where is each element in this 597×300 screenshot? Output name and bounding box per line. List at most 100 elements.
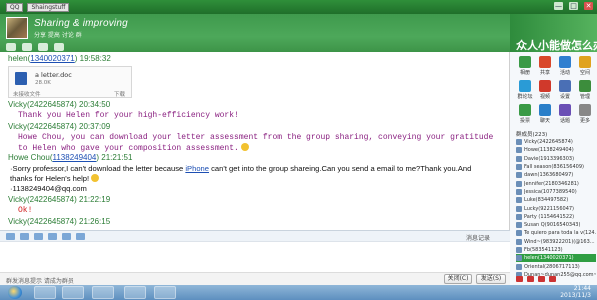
emoji-icon[interactable] [20,233,29,240]
tab-group[interactable]: Shaingstuff [27,2,70,12]
banner-text: 众人小能做怎么办 [516,39,597,52]
message-header: Howe Chou(1138249404) 21:21:51 [8,153,133,162]
group-avatar[interactable] [6,17,28,39]
app-settings[interactable]: 设置 [556,80,574,100]
member-item[interactable]: Party (1154641522) [516,213,596,221]
music-icon[interactable] [62,233,71,240]
member-item-selected[interactable]: helen(1340020371) [516,254,596,263]
shake-icon[interactable] [34,233,43,240]
compose-toolbar: 消息记录 [0,230,510,242]
file-card[interactable]: a letter.doc 28.0K 未接收文件 下载 [8,66,132,98]
compose-footer: 群发消息提示 请成为群员 [0,272,510,285]
close-chat-button[interactable]: 关闭(C) [444,274,472,284]
app-activity[interactable]: 活动 [556,56,574,76]
message-email: ·1138249404@qq.com [10,184,87,193]
settings-icon[interactable] [54,43,64,51]
avatar [516,180,522,187]
activity-icon [559,56,571,68]
app-zone[interactable]: 空间 [576,56,594,76]
window-controls: — □ ✕ [554,2,593,10]
member-item[interactable]: Fall season(836156409) [516,163,596,171]
iphone-link[interactable]: iPhone [185,164,209,173]
taskbar-app-browser[interactable] [92,286,114,299]
home-icon[interactable] [6,43,16,51]
message-text: Ok! [18,206,33,215]
file-status: 未接收文件 [13,92,41,98]
avatar [516,188,522,195]
format-icons [6,233,85,240]
compose-hint: 群发消息提示 请成为群员 [6,278,74,285]
app-video[interactable]: 视频 [536,80,554,100]
avatar [516,155,522,162]
app-forum[interactable]: 群论坛 [516,80,534,100]
maximize-button[interactable]: □ [569,2,578,10]
start-button[interactable] [8,286,22,299]
qq-number-link[interactable]: 1340020371 [30,54,75,63]
app-album[interactable]: 相册 [516,56,534,76]
send-button[interactable]: 发送(S) [476,274,506,284]
app-more[interactable]: 更多 [576,104,594,124]
system-clock[interactable]: 21:44 2013/11/3 [560,285,591,299]
group-subtitle: 分享 提高 讨论 群 [34,32,82,39]
member-item[interactable]: Fb(583541123) [516,246,596,254]
panel-footer-icons [516,276,556,282]
taskbar-app-group[interactable] [62,286,84,299]
message-input[interactable] [0,242,510,272]
image-icon[interactable] [48,233,57,240]
search-member-icon[interactable] [538,276,545,282]
member-item[interactable]: Oriental(2806717113) [516,262,596,270]
taskbar-app-files[interactable] [124,286,146,299]
message-history[interactable]: helen(1340020371) 19:58:32 a letter.doc … [0,52,510,230]
app-chat[interactable]: 聊天 [536,104,554,124]
member-item[interactable]: Davie(1913396303) [516,155,596,163]
topic-icon [559,104,571,116]
zone-icon [579,56,591,68]
avatar [516,197,522,204]
app-share[interactable]: 共享 [536,56,554,76]
member-item[interactable]: Jessica(1077389540) [516,188,596,196]
message-text: Thank you Helen for your high-efficiency… [18,111,239,120]
message-text-continued: to Helen who gave your composition asses… [18,143,249,153]
group-name: Sharing & improving [34,18,128,29]
member-item[interactable]: Luke(834497582) [516,196,596,204]
chat-icon [539,104,551,116]
video-icon [539,80,551,92]
app-vote[interactable]: 投票 [516,104,534,124]
menu-icon[interactable] [549,276,556,282]
member-item[interactable]: Vicky(2422645874) [516,138,596,146]
share-icon[interactable] [38,43,48,51]
taskbar: 21:44 2013/11/3 [0,285,597,300]
invite-icon[interactable] [527,276,534,282]
avatar [516,213,522,220]
tab-qq[interactable]: QQ [6,2,24,12]
smile-emoji-icon [91,174,100,182]
member-item[interactable]: Susan Q(9016540343) [516,221,596,229]
app-manage[interactable]: 管理 [576,80,594,100]
avatar [516,247,522,253]
member-item[interactable]: dawn(1363680497) [516,171,596,179]
download-link[interactable]: 下载 [114,90,125,98]
message-header: Vicky(2422645874) 21:22:19 [8,195,111,204]
font-icon[interactable] [6,233,15,240]
avatar [516,139,522,146]
members-title: 群成员(223) [516,132,548,138]
taskbar-app-chat[interactable] [154,286,176,299]
message-record-button[interactable]: 消息记录 [466,233,490,242]
member-item[interactable]: Wind~(983922201)(@163... [516,238,596,246]
chat-icon[interactable] [22,43,32,51]
settings-icon [559,80,571,92]
screenshot-icon[interactable] [76,233,85,240]
member-item[interactable]: Jennifer(2180346281) [516,179,596,187]
app-topic[interactable]: 话题 [556,104,574,124]
taskbar-app-qq[interactable] [34,286,56,299]
member-list[interactable]: Vicky(2422645874) Howe(1138249404) Davie… [516,138,596,279]
member-item[interactable]: Te quiero para toda la v(124... [516,229,596,237]
qq-number-link[interactable]: 1138249404 [52,153,96,162]
add-member-icon[interactable] [516,276,523,282]
message-header: Vicky(2422645874) 20:37:09 [8,122,111,131]
close-button[interactable]: ✕ [584,2,593,10]
avatar [516,263,522,270]
minimize-button[interactable]: — [554,2,563,10]
member-item[interactable]: Lucky(9221156047) [516,204,596,212]
member-item[interactable]: Howe(1138249404) [516,146,596,154]
